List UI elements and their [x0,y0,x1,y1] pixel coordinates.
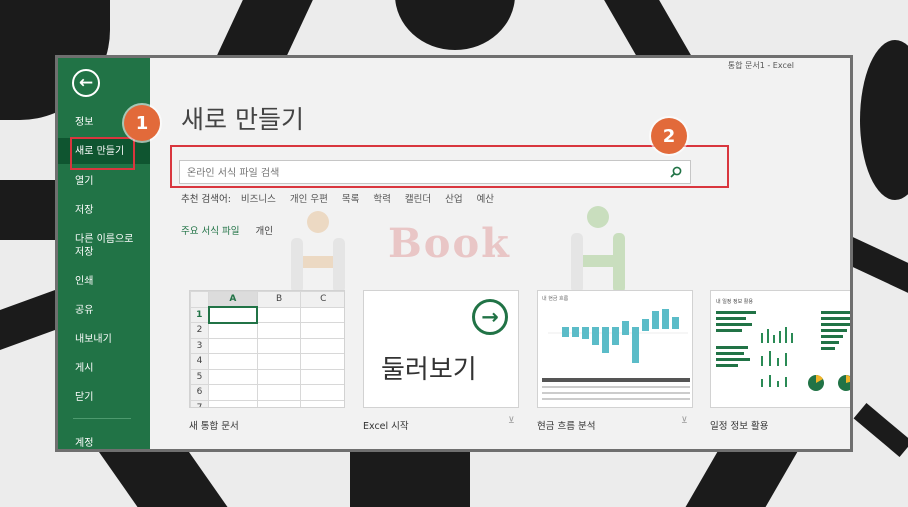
blank-workbook-preview: A B C 1 2 3 4 5 6 7 [190,291,344,407]
callout-highlight-new [70,137,135,170]
column-header: B [256,291,302,308]
sidebar-item-save-as[interactable]: 다른 이름으로 저장 [58,233,150,259]
tour-preview-text: 둘러보기 [381,355,477,385]
callout-highlight-search [170,145,729,188]
sidebar-item-share[interactable]: 공유 [58,304,150,317]
suggested-term[interactable]: 캘린더 [405,191,431,205]
template-label: 새 통합 문서 [189,421,239,432]
sidebar-item-print[interactable]: 인쇄 [58,275,150,288]
arrow-right-circle-icon: → [472,299,508,335]
sidebar-divider [73,418,131,419]
row-header: 6 [190,384,209,401]
excel-window: ← 정보 새로 만들기 열기 저장 다른 이름으로 저장 인쇄 공유 내보내기 … [55,55,853,452]
watermark-figure-icon [571,206,625,293]
sidebar-item-account[interactable]: 계정 [58,437,150,449]
window-title: 통합 문서1 - Excel [727,61,794,70]
row-header: 5 [190,368,209,385]
callout-badge-1: 1 [124,105,160,141]
row-header: 4 [190,353,209,370]
sidebar-item-close[interactable]: 닫기 [58,391,150,404]
template-label: 현금 흐름 분석 [537,421,596,432]
suggested-label: 추천 검색어: [181,194,231,205]
column-header: A [208,291,258,308]
row-header: 2 [190,322,209,339]
column-header: C [300,291,344,308]
row-header: 7 [190,399,209,407]
row-header: 3 [190,337,209,354]
template-label: 일정 정보 활용 [710,421,769,432]
preview-title: 내 일정 정보 활용 [716,299,753,305]
suggested-term[interactable]: 개인 우편 [290,191,328,205]
cash-flow-chart-thumbnail [542,309,690,400]
sidebar-item-save[interactable]: 저장 [58,204,150,217]
tab-personal[interactable]: 개인 [255,223,272,237]
suggested-term[interactable]: 목록 [342,191,359,205]
back-arrow-icon[interactable]: ← [72,69,100,97]
sidebar-item-open[interactable]: 열기 [58,175,150,188]
template-card-cash-flow[interactable]: 내 현금 흐름 [537,290,693,408]
suggested-searches: 추천 검색어: 비즈니스 개인 우편 목록 학력 캘린더 산업 예산 [181,191,494,205]
watermark-text: Book [388,220,511,267]
template-tabs: 주요 서식 파일 개인 [181,223,273,237]
suggested-term[interactable]: 학력 [373,191,390,205]
suggested-term[interactable]: 산업 [445,191,462,205]
watermark-figure-icon [291,211,345,293]
callout-badge-2: 2 [651,118,687,154]
template-card-blank-workbook[interactable]: A B C 1 2 3 4 5 6 7 [189,290,345,408]
sidebar-item-export[interactable]: 내보내기 [58,333,150,346]
template-card-excel-tour[interactable]: → 둘러보기 [363,290,519,408]
suggested-term[interactable]: 비즈니스 [241,191,276,205]
schedule-dashboard-thumbnail [716,311,850,391]
tab-featured[interactable]: 주요 서식 파일 [181,223,239,237]
row-header: 1 [190,306,209,323]
page-title: 새로 만들기 [181,105,304,134]
preview-title: 내 현금 흐름 [542,296,569,302]
suggested-term[interactable]: 예산 [477,191,494,205]
pin-icon[interactable]: ⊻ [508,416,515,426]
pin-icon[interactable]: ⊻ [681,416,688,426]
template-label: Excel 시작 [363,421,409,432]
template-card-schedule-info[interactable]: 내 일정 정보 활용 [710,290,850,408]
sidebar-item-publish[interactable]: 게시 [58,362,150,375]
